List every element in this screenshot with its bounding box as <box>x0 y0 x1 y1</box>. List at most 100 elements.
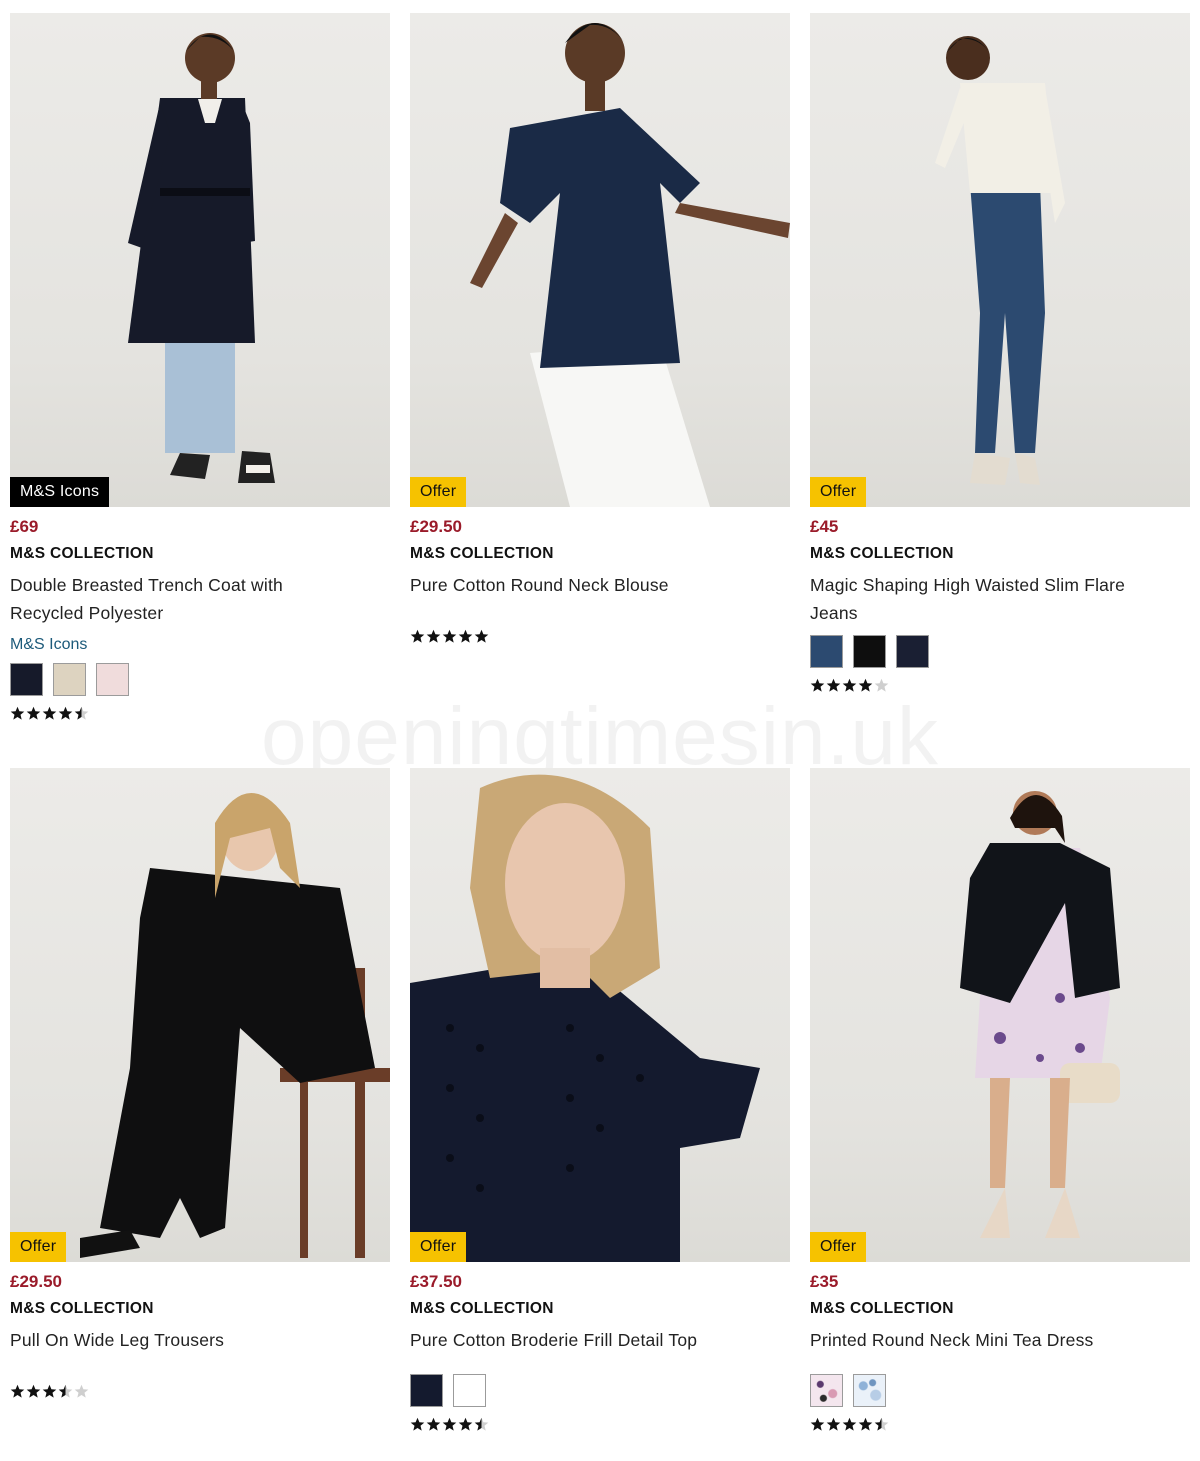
product-title-line: Pure Cotton Round Neck Blouse <box>410 575 669 595</box>
product-title-line: Jeans <box>810 603 858 623</box>
star-icon <box>26 1384 41 1399</box>
product-brand: M&S COLLECTION <box>10 545 154 562</box>
star-icon <box>826 1417 841 1432</box>
product-price: £35 <box>810 1272 839 1291</box>
star-icon <box>458 629 473 644</box>
color-swatch[interactable] <box>810 1374 843 1407</box>
badge-offer: Offer <box>810 477 867 507</box>
badge-offer: Offer <box>410 477 467 507</box>
star-icon <box>458 1417 473 1432</box>
product-image[interactable]: Offer <box>10 768 390 1262</box>
star-rating <box>810 1417 1190 1433</box>
badge-offer: Offer <box>810 1232 867 1262</box>
trench-coat-model-image <box>128 33 275 483</box>
star-icon <box>442 1417 457 1432</box>
product-grid: M&S Icons £69 M&S COLLECTION Double Brea… <box>0 0 1200 1461</box>
product-price: £69 <box>10 517 39 536</box>
color-swatch[interactable] <box>96 663 129 696</box>
star-icon <box>810 1417 825 1432</box>
star-icon <box>842 1417 857 1432</box>
color-swatches <box>810 635 1190 668</box>
product-title[interactable]: Magic Shaping High Waisted Slim Flare Je… <box>810 571 1190 627</box>
product-price: £45 <box>810 517 839 536</box>
product-title[interactable]: Double Breasted Trench Coat with Recycle… <box>10 571 390 627</box>
product-brand: M&S COLLECTION <box>810 545 954 562</box>
star-icon <box>474 629 489 644</box>
wide-leg-trousers-model-image <box>80 793 390 1258</box>
star-icon <box>10 706 25 721</box>
color-swatch[interactable] <box>10 663 43 696</box>
star-rating <box>10 706 390 722</box>
product-title-line: Double Breasted Trench Coat with <box>10 575 283 595</box>
star-icon <box>42 1384 57 1399</box>
star-icon <box>58 706 73 721</box>
star-icon <box>858 1417 873 1432</box>
color-swatches <box>410 1374 790 1407</box>
color-swatch[interactable] <box>410 1374 443 1407</box>
product-card[interactable]: Offer £35 M&S COLLECTION Printed Round N… <box>810 768 1190 1433</box>
product-title-line: Magic Shaping High Waisted Slim Flare <box>810 575 1126 595</box>
product-image[interactable]: Offer <box>410 13 790 507</box>
product-range-label[interactable]: M&S Icons <box>10 635 390 655</box>
color-swatch[interactable] <box>453 1374 486 1407</box>
color-swatch[interactable] <box>853 635 886 668</box>
star-icon <box>426 1417 441 1432</box>
star-icon <box>426 629 441 644</box>
star-icon <box>874 1417 889 1432</box>
star-rating <box>810 678 1190 694</box>
star-rating <box>410 1417 790 1433</box>
star-icon <box>474 1417 489 1432</box>
star-rating <box>10 1384 390 1400</box>
product-title-line: Pure Cotton Broderie Frill Detail Top <box>410 1330 698 1350</box>
color-swatch[interactable] <box>853 1374 886 1407</box>
product-title[interactable]: Printed Round Neck Mini Tea Dress <box>810 1326 1190 1354</box>
star-icon <box>26 706 41 721</box>
product-title[interactable]: Pure Cotton Broderie Frill Detail Top <box>410 1326 790 1354</box>
product-image[interactable]: M&S Icons <box>10 13 390 507</box>
star-icon <box>410 629 425 644</box>
star-icon <box>10 1384 25 1399</box>
product-price: £29.50 <box>10 1272 62 1291</box>
color-swatch[interactable] <box>810 635 843 668</box>
star-icon <box>810 678 825 693</box>
badge-offer: Offer <box>410 1232 467 1262</box>
star-icon <box>442 629 457 644</box>
product-card[interactable]: Offer £45 M&S COLLECTION Magic Shaping H… <box>810 13 1190 694</box>
product-title[interactable]: Pull On Wide Leg Trousers <box>10 1326 390 1382</box>
product-title-line: Recycled Polyester <box>10 603 164 623</box>
color-swatch[interactable] <box>53 663 86 696</box>
product-image[interactable]: Offer <box>810 768 1190 1262</box>
star-icon <box>74 1384 89 1399</box>
product-card[interactable]: Offer £29.50 M&S COLLECTION Pull On Wide… <box>10 768 390 1400</box>
product-title[interactable]: Pure Cotton Round Neck Blouse <box>410 571 790 627</box>
star-icon <box>858 678 873 693</box>
product-card[interactable]: Offer £29.50 M&S COLLECTION Pure Cotton … <box>410 13 790 645</box>
star-icon <box>842 678 857 693</box>
product-title-line: Printed Round Neck Mini Tea Dress <box>810 1330 1094 1350</box>
star-icon <box>874 678 889 693</box>
product-brand: M&S COLLECTION <box>10 1300 154 1317</box>
star-icon <box>826 678 841 693</box>
product-card[interactable]: Offer £37.50 M&S COLLECTION Pure Cotton … <box>410 768 790 1433</box>
flare-jeans-model-image <box>935 36 1065 485</box>
product-image[interactable]: Offer <box>410 768 790 1262</box>
star-icon <box>74 706 89 721</box>
mini-tea-dress-model-image <box>960 791 1120 1238</box>
product-image[interactable]: Offer <box>810 13 1190 507</box>
color-swatches <box>810 1374 1190 1407</box>
star-icon <box>42 706 57 721</box>
product-brand: M&S COLLECTION <box>410 545 554 562</box>
product-price: £29.50 <box>410 517 462 536</box>
color-swatch[interactable] <box>896 635 929 668</box>
product-price: £37.50 <box>410 1272 462 1291</box>
navy-blouse-model-image <box>470 23 790 507</box>
color-swatches <box>10 663 390 696</box>
badge-offer: Offer <box>10 1232 67 1262</box>
badge-ms-icons: M&S Icons <box>10 477 110 507</box>
product-title-line: Pull On Wide Leg Trousers <box>10 1330 225 1350</box>
star-rating <box>410 629 790 645</box>
broderie-top-model-image <box>410 774 760 1262</box>
star-icon <box>410 1417 425 1432</box>
product-card[interactable]: M&S Icons £69 M&S COLLECTION Double Brea… <box>10 13 390 722</box>
star-icon <box>58 1384 73 1399</box>
